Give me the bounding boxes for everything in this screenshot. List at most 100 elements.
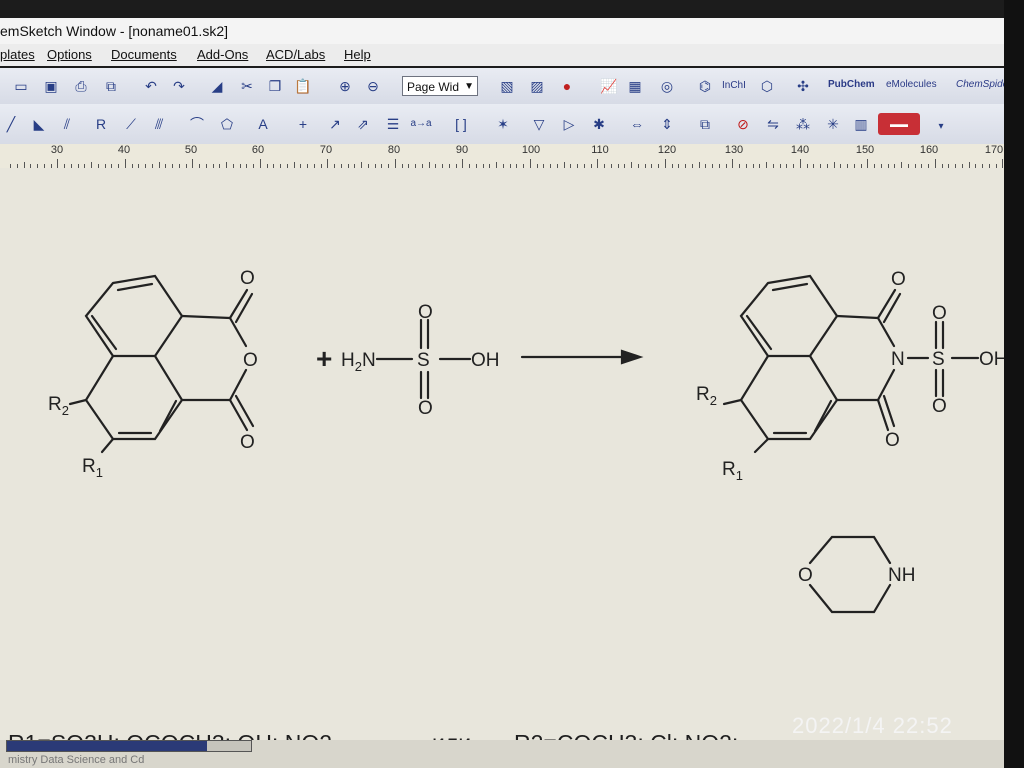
- product-sulfonyl-oxygen-top: O: [932, 303, 947, 324]
- wedge-bond-icon[interactable]: ◣: [28, 113, 50, 135]
- menu-acd-labs[interactable]: ACD/Labs: [266, 44, 325, 66]
- ruler-label: 170: [984, 144, 1004, 156]
- progress-bar: [6, 740, 252, 752]
- ruler-tick: [124, 159, 126, 168]
- shield-icon[interactable]: ⬡: [756, 75, 778, 97]
- product-sulfur: S: [932, 349, 945, 370]
- product-oxygen-bottom: O: [885, 430, 900, 451]
- move-icon[interactable]: ⇔: [626, 113, 648, 135]
- flip-vertical-icon[interactable]: ▽: [528, 113, 550, 135]
- network-icon[interactable]: ⁂: [792, 113, 814, 135]
- redo-icon[interactable]: ↷: [168, 75, 190, 97]
- undo-icon[interactable]: ↶: [140, 75, 162, 97]
- structure-icon[interactable]: ▨: [526, 75, 548, 97]
- tyre-icon[interactable]: ▬▬: [878, 113, 920, 135]
- drawing-toolbar: ╱ ◣ ⫽ R ⟋ ⫻ ⌒ ⬠ A + ↗ ⇗ ☰ a→a [ ] ✶ ▽ ▷ …: [0, 104, 1024, 145]
- bond-icon[interactable]: ╱: [0, 113, 22, 135]
- ruler-tick: [394, 159, 396, 168]
- stop-icon[interactable]: ⊘: [732, 113, 754, 135]
- ruler-tick: [462, 159, 464, 168]
- overflow-chevron-icon[interactable]: ▾: [930, 116, 952, 138]
- product-r2-label: R2: [696, 384, 717, 408]
- lasso-icon[interactable]: ⬠: [216, 113, 238, 135]
- puzzle-icon[interactable]: ✣: [792, 75, 814, 97]
- drawing-canvas[interactable]: O O O R2 R1 + H2N S OH O O O O N S OH O …: [0, 168, 1024, 756]
- ruler-tick: [664, 159, 666, 168]
- inchi-icon[interactable]: InChI: [722, 80, 746, 91]
- clean-icon[interactable]: ✶: [492, 113, 514, 135]
- equilibrium-icon[interactable]: ⇋: [762, 113, 784, 135]
- sulfonyl-oxygen-top: O: [418, 302, 433, 323]
- copy-icon[interactable]: ❐: [264, 75, 286, 97]
- bracket-icon[interactable]: [ ]: [450, 113, 472, 135]
- ring-icon[interactable]: ⌒: [186, 113, 208, 135]
- molecule-icon[interactable]: ⌬: [694, 75, 716, 97]
- eraser-icon[interactable]: ◢: [206, 75, 228, 97]
- zoom-select[interactable]: Page Wid ▼: [402, 76, 478, 96]
- ruler-label: 160: [919, 144, 939, 156]
- ruler-label: 60: [251, 144, 265, 156]
- hydroxyl-label: OH: [471, 350, 500, 371]
- menu-help[interactable]: Help: [344, 44, 371, 66]
- ruler-tick: [529, 159, 531, 168]
- zoom-out-icon[interactable]: ⊖: [362, 75, 384, 97]
- morpholine-nh: NH: [888, 565, 915, 586]
- pubchem-button[interactable]: PubChem: [828, 79, 875, 90]
- photo-timestamp: 2022/1/4 22:52: [792, 713, 953, 738]
- ruler: 30 40 50 60 70 80 90 100 110 120 130 140…: [0, 144, 1024, 169]
- reaction-arrow-icon[interactable]: ⇗: [352, 113, 374, 135]
- export-icon[interactable]: ⧉: [100, 75, 122, 97]
- group-icon[interactable]: ⧉: [694, 113, 716, 135]
- ruler-tick: [732, 159, 734, 168]
- morpholine-oxygen: O: [798, 565, 813, 586]
- menu-documents[interactable]: Documents: [111, 44, 177, 66]
- chart-icon[interactable]: ▥: [850, 113, 872, 135]
- asterisk-icon[interactable]: ✳: [822, 113, 844, 135]
- reaction-arrow: [520, 349, 644, 365]
- 3d-view-icon[interactable]: ▧: [496, 75, 518, 97]
- product-nitrogen: N: [891, 349, 905, 370]
- title-bar: emSketch Window - [noname01.sk2]: [0, 18, 1024, 44]
- open-icon[interactable]: ▭: [10, 75, 32, 97]
- list-icon[interactable]: ☰: [382, 113, 404, 135]
- table-icon[interactable]: ▦: [624, 75, 646, 97]
- ruler-tick: [597, 159, 599, 168]
- sulfur-label: S: [417, 350, 430, 371]
- mapping-icon[interactable]: a→a: [410, 113, 432, 135]
- ruler-label: 100: [521, 144, 541, 156]
- zoom-in-icon[interactable]: ⊕: [334, 75, 356, 97]
- align-icon[interactable]: ⇕: [656, 113, 678, 135]
- r-group-icon[interactable]: R: [90, 113, 112, 135]
- monitor-bezel: [1004, 0, 1024, 768]
- save-icon[interactable]: ▣: [40, 75, 62, 97]
- status-text: mistry Data Science and Cd: [8, 754, 145, 766]
- emolecules-button[interactable]: eMolecules: [886, 79, 937, 90]
- ruler-label: 150: [855, 144, 875, 156]
- arrow-tool-icon[interactable]: ↗: [324, 113, 346, 135]
- ruler-label: 130: [724, 144, 744, 156]
- print-icon[interactable]: ⎙: [70, 75, 92, 97]
- paste-icon[interactable]: 📋: [292, 75, 314, 97]
- chevron-down-icon: ▼: [464, 81, 474, 92]
- ruler-label: 120: [657, 144, 677, 156]
- menu-templates[interactable]: plates: [0, 44, 35, 66]
- hash-bond-icon[interactable]: ⫽: [56, 113, 78, 135]
- menu-add-ons[interactable]: Add-Ons: [197, 44, 248, 66]
- flip-horizontal-icon[interactable]: ▷: [558, 113, 580, 135]
- chain-icon[interactable]: ⟋: [120, 113, 142, 135]
- menu-options[interactable]: Options: [47, 44, 92, 66]
- cut-icon[interactable]: ✂: [236, 75, 258, 97]
- rotate-icon[interactable]: ✱: [588, 113, 610, 135]
- reactant-ring-oxygen: O: [243, 350, 258, 371]
- plus-sign: +: [316, 343, 332, 374]
- ruler-label: 50: [184, 144, 198, 156]
- plus-icon[interactable]: +: [292, 113, 314, 135]
- graph-icon[interactable]: 📈: [598, 75, 620, 97]
- reactant-anhydride-bonds: [68, 274, 255, 454]
- atom-icon[interactable]: ●: [556, 75, 578, 97]
- text-tool-icon[interactable]: A: [252, 113, 274, 135]
- ruler-tick: [192, 159, 194, 168]
- globe-icon[interactable]: ◎: [656, 75, 678, 97]
- double-bond-icon[interactable]: ⫻: [148, 113, 170, 135]
- zoom-select-value: Page Wid: [407, 80, 460, 94]
